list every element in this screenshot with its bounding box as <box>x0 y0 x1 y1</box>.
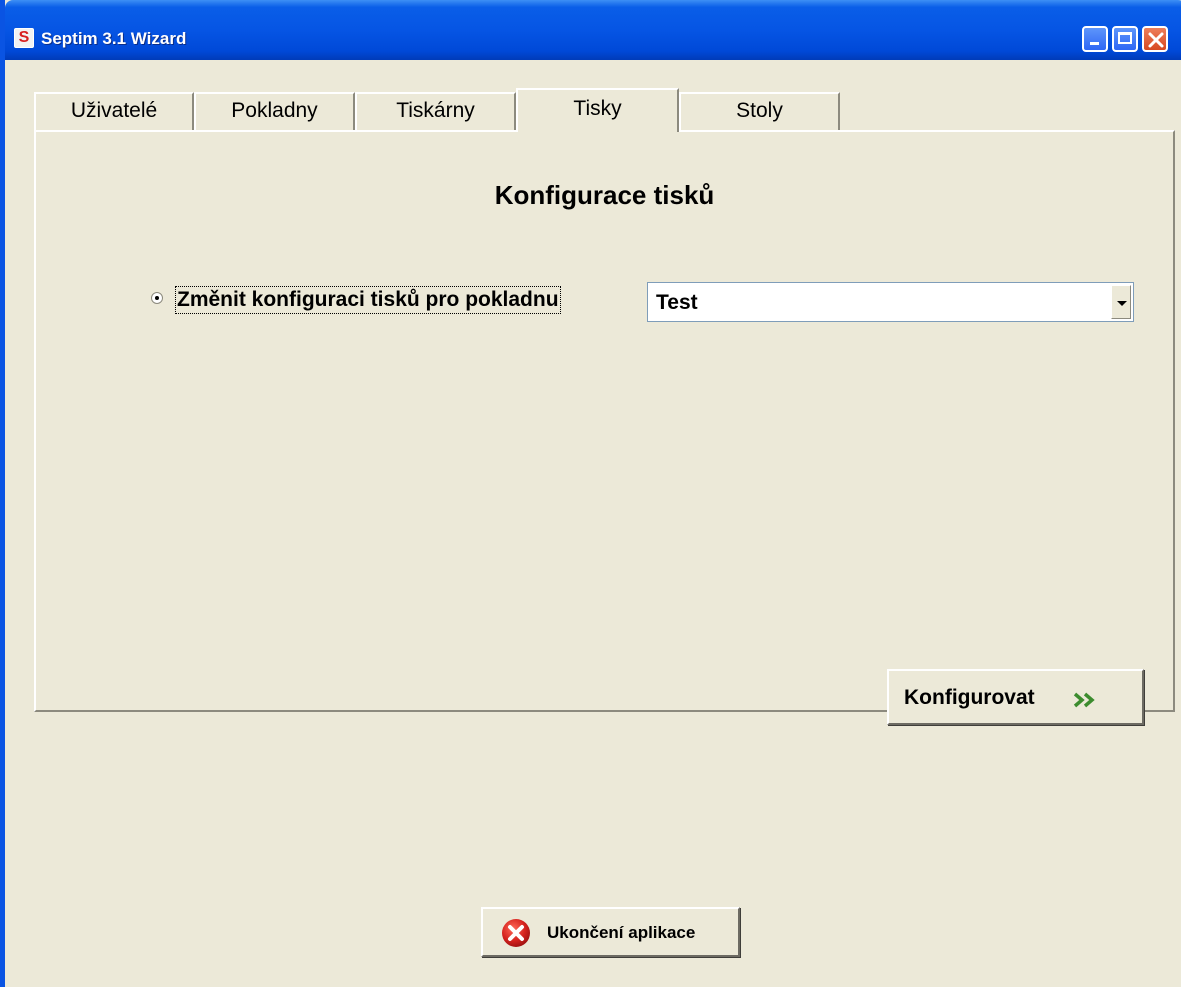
configure-button-label: Konfigurovat <box>904 686 1035 709</box>
page-title: Konfigurace tisků <box>494 180 715 210</box>
chevron-down-icon[interactable] <box>1111 285 1131 319</box>
title-bar[interactable]: S Septim 3.1 Wizard <box>5 0 1181 60</box>
minimize-icon <box>1090 42 1099 45</box>
maximize-button[interactable] <box>1112 26 1138 52</box>
red-close-circle-icon <box>502 919 530 947</box>
close-icon <box>1148 32 1164 48</box>
minimize-button[interactable] <box>1082 26 1108 52</box>
register-select[interactable]: Test <box>647 282 1134 322</box>
register-select-value: Test <box>656 291 698 314</box>
tab-users[interactable]: Uživatelé <box>34 92 194 130</box>
window-title: Septim 3.1 Wizard <box>41 29 187 48</box>
exit-app-button-label: Ukončení aplikace <box>547 923 696 942</box>
maximize-icon <box>1118 32 1132 44</box>
wizard-window: S Septim 3.1 Wizard Uživatelé Pokladny T… <box>0 0 1181 987</box>
close-button[interactable] <box>1142 26 1168 52</box>
change-config-radio[interactable] <box>151 292 163 304</box>
configure-button[interactable]: Konfigurovat <box>887 669 1144 725</box>
app-icon: S <box>14 28 34 48</box>
tab-printers[interactable]: Tiskárny <box>355 92 516 130</box>
exit-app-button[interactable]: Ukončení aplikace <box>481 907 740 957</box>
double-chevron-right-icon <box>1073 692 1095 708</box>
change-config-radio-label[interactable]: Změnit konfiguraci tisků pro pokladnu <box>175 286 561 314</box>
tab-registers[interactable]: Pokladny <box>194 92 355 130</box>
tab-panel-prints: Konfigurace tisků Změnit konfiguraci tis… <box>34 130 1175 712</box>
tab-tables[interactable]: Stoly <box>679 92 840 130</box>
tab-prints[interactable]: Tisky <box>516 88 679 132</box>
